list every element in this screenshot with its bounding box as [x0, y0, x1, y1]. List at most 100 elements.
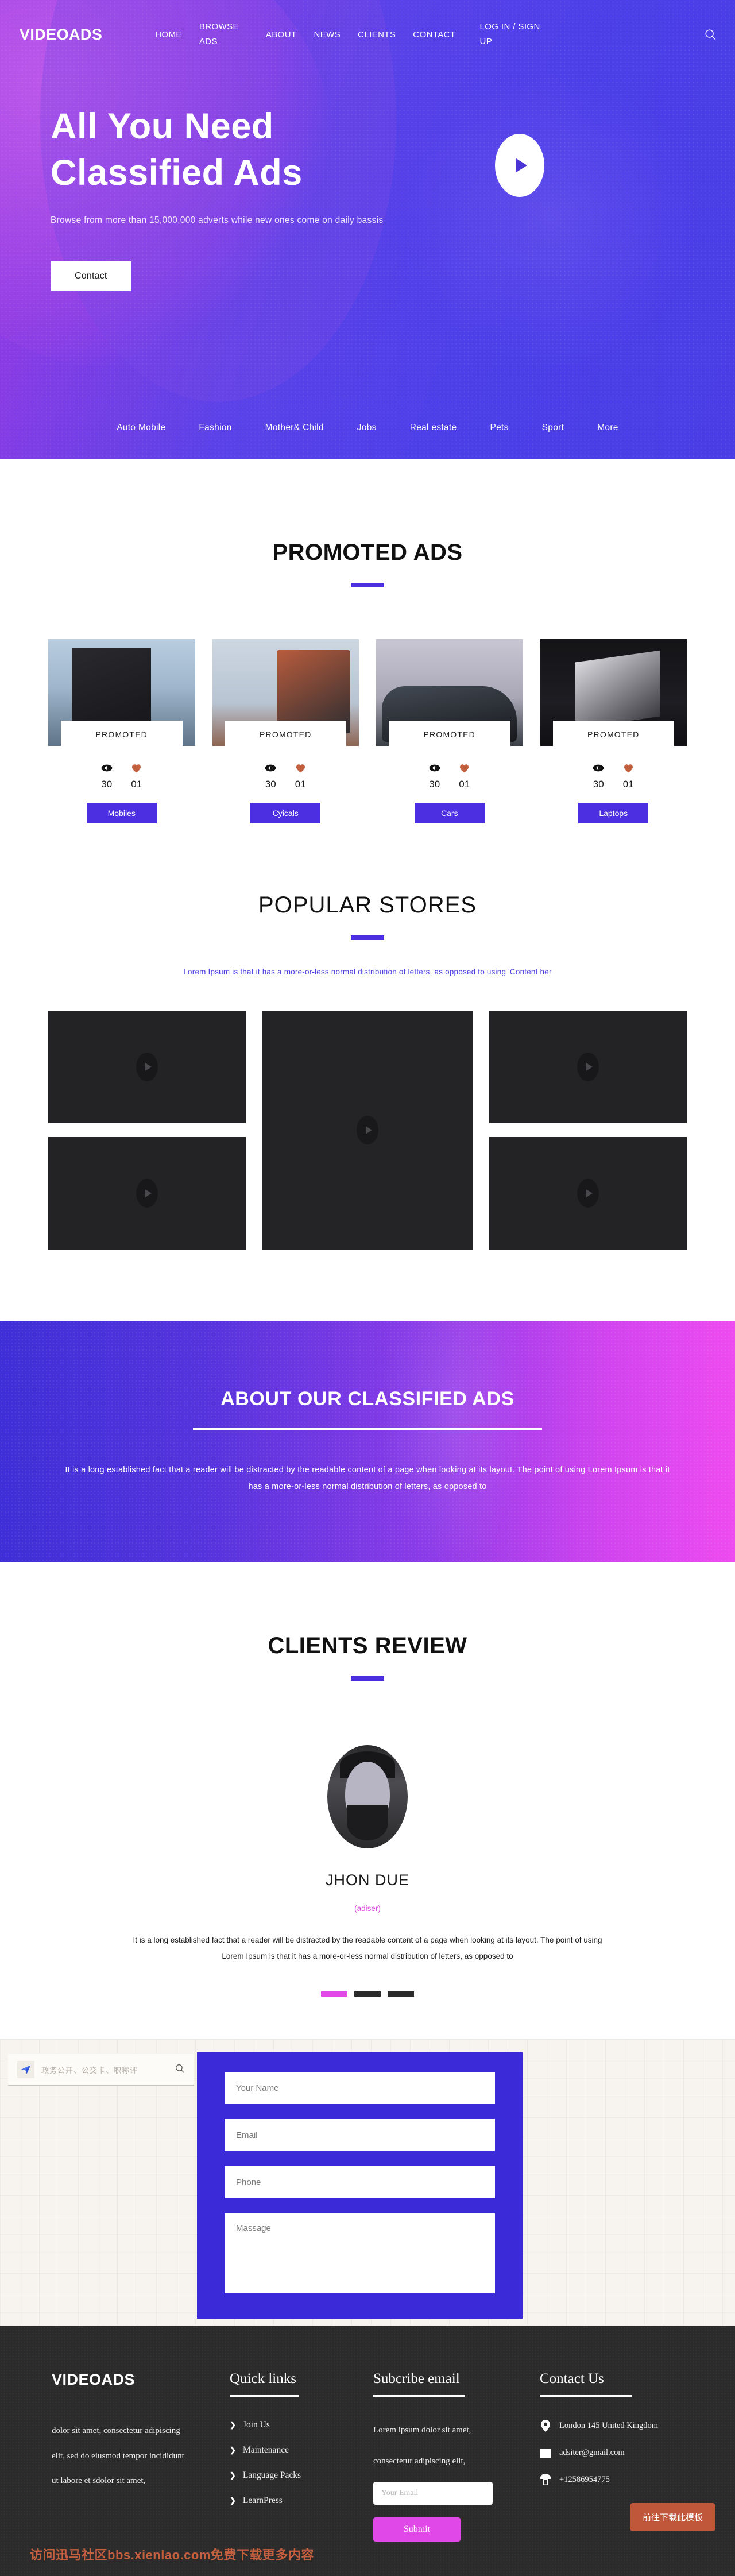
contact-form: [197, 2052, 523, 2319]
search-widget-placeholder: 政务公开、公交卡、职称评: [41, 2066, 138, 2075]
quick-links-underline: [230, 2395, 299, 2397]
review-text: It is a long established fact that a rea…: [133, 1936, 602, 1960]
category-pets[interactable]: Pets: [490, 423, 508, 433]
phone-input[interactable]: [225, 2166, 495, 2199]
likes-count: 01: [622, 779, 634, 790]
store-video-tile-3[interactable]: [489, 1011, 687, 1123]
carousel-dot-1[interactable]: [321, 1991, 347, 1997]
site-logo[interactable]: VIDEOADS: [20, 26, 102, 44]
category-more[interactable]: More: [597, 423, 618, 433]
likes-stat: 01: [456, 762, 473, 790]
carousel-dot-3[interactable]: [388, 1991, 414, 1997]
promoted-heading: PROMOTED ADS: [0, 540, 735, 587]
ad-category-button[interactable]: Mobiles: [86, 803, 157, 823]
nav-item-login-signup[interactable]: LOG IN / SIGN UP: [479, 20, 554, 50]
nav-item-news[interactable]: NEWS: [314, 30, 341, 40]
play-icon[interactable]: [136, 1053, 158, 1081]
clients-review-section: CLIENTS REVIEW JHON DUE (adiser) It is a…: [0, 1562, 735, 1997]
footer-columns: VIDEOADS dolor sit amet, consectetur adi…: [52, 2371, 683, 2542]
about-underline: [193, 1428, 542, 1430]
quick-link-join-us[interactable]: ❯ Join Us: [230, 2420, 373, 2430]
views-stat: 30: [426, 762, 443, 790]
nav-item-home[interactable]: HOME: [155, 30, 182, 40]
ad-category-button[interactable]: Laptops: [578, 803, 649, 823]
heart-icon: [456, 762, 473, 773]
category-sport[interactable]: Sport: [542, 423, 564, 433]
hero-title-line-2: Classified Ads: [51, 152, 303, 193]
quick-link-language-packs[interactable]: ❯ Language Packs: [230, 2470, 373, 2481]
search-icon[interactable]: [175, 2063, 185, 2076]
avatar: [327, 1745, 408, 1848]
likes-stat: 01: [292, 762, 309, 790]
nav-item-about[interactable]: ABOUT: [266, 30, 297, 40]
ad-card[interactable]: PROMOTED 30 01 Cars: [376, 639, 523, 823]
subscribe-submit-button[interactable]: Submit: [373, 2517, 461, 2542]
likes-count: 01: [459, 779, 470, 790]
heart-icon: [128, 762, 145, 773]
category-mother-child[interactable]: Mother& Child: [265, 423, 324, 433]
contact-address-value: London 145 United Kingdom: [559, 2421, 658, 2431]
ad-thumbnail: PROMOTED: [212, 639, 359, 746]
stores-heading: POPULAR STORES: [0, 892, 735, 940]
search-icon[interactable]: [704, 28, 717, 41]
footer-quick-links-column: Quick links ❯ Join Us ❯ Maintenance ❯ La…: [230, 2371, 373, 2542]
promoted-badge: PROMOTED: [389, 721, 510, 746]
reviewer-name: JHON DUE: [325, 1871, 409, 1889]
quick-link-learnpress[interactable]: ❯ LearnPress: [230, 2496, 373, 2506]
store-video-tile-1[interactable]: [48, 1011, 246, 1123]
store-video-tile-4[interactable]: [48, 1137, 246, 1250]
play-icon[interactable]: [577, 1053, 599, 1081]
heart-icon: [620, 762, 637, 773]
email-input[interactable]: [225, 2119, 495, 2152]
play-triangle: [516, 158, 527, 172]
search-widget[interactable]: 政务公开、公交卡、职称评: [8, 2054, 194, 2086]
name-input[interactable]: [225, 2072, 495, 2105]
play-icon[interactable]: [577, 1179, 599, 1208]
likes-count: 01: [295, 779, 306, 790]
carousel-dot-2[interactable]: [354, 1991, 381, 1997]
message-textarea[interactable]: [225, 2213, 495, 2294]
paper-plane-icon: [17, 2061, 34, 2079]
quick-link-maintenance[interactable]: ❯ Maintenance: [230, 2445, 373, 2455]
ad-card[interactable]: PROMOTED 30 01 Laptops: [540, 639, 687, 823]
quick-links-title: Quick links: [230, 2371, 296, 2387]
play-icon[interactable]: [495, 134, 544, 197]
nav-item-clients[interactable]: CLIENTS: [358, 30, 396, 40]
stores-description: Lorem Ipsum is that it has a more-or-les…: [183, 968, 552, 976]
category-auto-mobile[interactable]: Auto Mobile: [117, 423, 165, 433]
contact-email-value: adsiter@gmail.com: [559, 2448, 625, 2458]
promoted-ads-grid: PROMOTED 30 01 Mobiles PROMOTED 30 01 Cy…: [48, 639, 687, 823]
likes-count: 01: [131, 779, 142, 790]
contact-address-row: London 145 United Kingdom: [540, 2420, 683, 2432]
popular-stores-section: POPULAR STORES Lorem Ipsum is that it ha…: [0, 823, 735, 1250]
ad-category-button[interactable]: Cars: [414, 803, 485, 823]
chevron-right-icon: ❯: [230, 2420, 236, 2430]
nav-item-browse-ads[interactable]: BROWSE ADS: [199, 20, 249, 50]
hero-contact-button[interactable]: Contact: [51, 261, 131, 292]
ad-card[interactable]: PROMOTED 30 01 Cyicals: [212, 639, 359, 823]
avatar-beard: [346, 1805, 389, 1840]
category-fashion[interactable]: Fashion: [199, 423, 231, 433]
quick-links-list: ❯ Join Us ❯ Maintenance ❯ Language Packs…: [230, 2420, 373, 2506]
play-icon[interactable]: [357, 1116, 378, 1144]
store-video-tile-2[interactable]: [262, 1011, 473, 1250]
category-real-estate[interactable]: Real estate: [410, 423, 457, 433]
subscribe-email-input[interactable]: [373, 2482, 493, 2505]
views-count: 30: [429, 779, 440, 790]
ad-category-button[interactable]: Cyicals: [250, 803, 321, 823]
views-stat: 30: [98, 762, 115, 790]
play-icon[interactable]: [136, 1179, 158, 1208]
likes-stat: 01: [620, 762, 637, 790]
footer-about-line-2: elit, sed do eiusmod tempor incididunt: [52, 2451, 184, 2461]
download-template-button[interactable]: 前往下载此模板: [629, 2503, 715, 2532]
footer-logo[interactable]: VIDEOADS: [52, 2371, 230, 2389]
ad-thumbnail: PROMOTED: [48, 639, 195, 746]
promoted-title: PROMOTED ADS: [272, 540, 463, 565]
ad-stats: 30 01: [212, 762, 359, 790]
category-jobs[interactable]: Jobs: [357, 423, 377, 433]
ad-card[interactable]: PROMOTED 30 01 Mobiles: [48, 639, 195, 823]
store-video-tile-5[interactable]: [489, 1137, 687, 1250]
nav-item-contact[interactable]: CONTACT: [413, 30, 455, 40]
promoted-badge: PROMOTED: [552, 721, 674, 746]
section-underline: [351, 935, 384, 940]
